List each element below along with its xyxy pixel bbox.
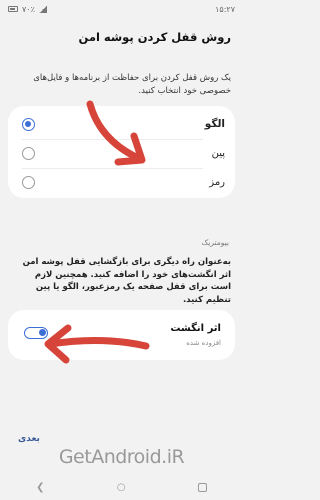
option-label-pin: پین xyxy=(211,147,225,159)
page-title: روش قفل کردن پوشه امن xyxy=(78,30,231,44)
status-left: ۷۰٪ xyxy=(8,5,47,14)
clock: ۱۵:۲۷ xyxy=(215,4,235,14)
fingerprint-subtitle: افزوده شده xyxy=(186,339,221,347)
navigation-bar: ❮ ○ xyxy=(0,474,243,500)
watermark: GetAndroid.iR xyxy=(58,446,185,468)
biometrics-description: به‌عنوان راه دیگری برای بازگشایی قفل پوش… xyxy=(22,257,231,305)
radio-icon[interactable] xyxy=(22,175,35,189)
intro-text: یک روش قفل کردن برای حفاظت از برنامه‌ها … xyxy=(33,73,231,96)
next-button[interactable]: بعدی xyxy=(18,434,40,444)
signal-icon xyxy=(38,5,47,13)
radio-icon[interactable] xyxy=(22,146,35,160)
status-bar: ۷۰٪ ۱۵:۲۷ xyxy=(0,0,243,18)
status-right: ۱۵:۲۷ xyxy=(215,5,235,14)
arrow-annotation-icon xyxy=(44,324,150,364)
option-label-pattern: الگو xyxy=(204,118,225,130)
home-icon[interactable]: ○ xyxy=(117,482,126,493)
recents-icon[interactable] xyxy=(197,482,207,492)
radio-icon[interactable] xyxy=(22,117,35,131)
battery-icon xyxy=(8,6,18,12)
battery-level: ۷۰٪ xyxy=(22,4,35,14)
option-label-password: رمز xyxy=(209,176,225,188)
arrow-annotation-icon xyxy=(86,100,146,166)
biometrics-header: بیومتریک xyxy=(201,238,229,247)
back-icon[interactable]: ❮ xyxy=(36,482,44,493)
fingerprint-title: اثر انگشت xyxy=(170,323,221,334)
